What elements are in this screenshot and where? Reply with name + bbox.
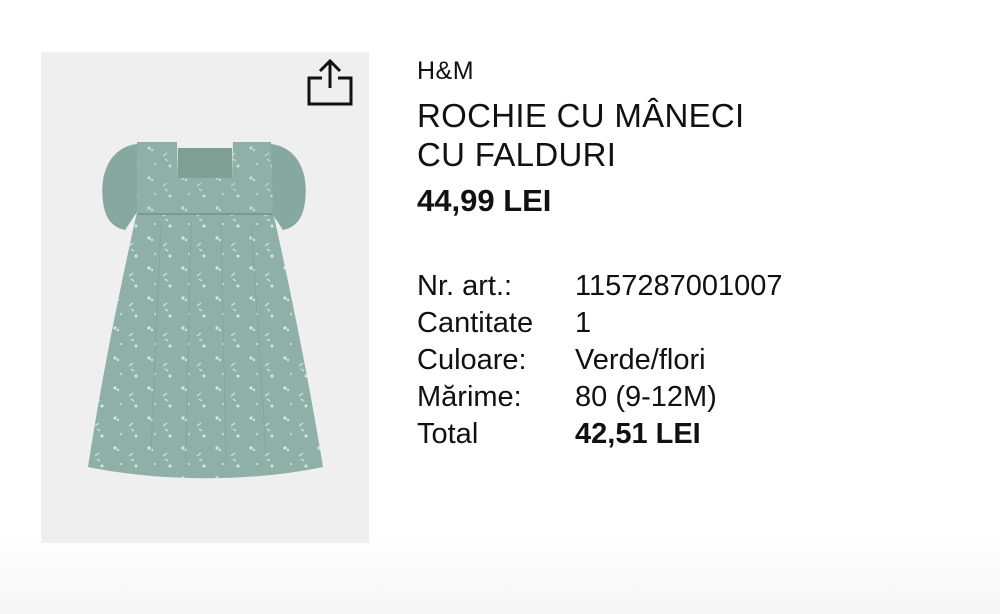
detail-row-quantity: Cantitate 1 <box>417 305 783 342</box>
detail-value: Verde/flori <box>575 344 706 376</box>
detail-label: Cantitate <box>417 307 534 339</box>
detail-row-total: Total 42,51 LEI <box>417 416 783 453</box>
product-image[interactable] <box>41 52 369 543</box>
brand-name[interactable]: H&M <box>417 55 837 87</box>
detail-row-article: Nr. art.: 1157287001007 <box>417 268 783 305</box>
product-title[interactable]: ROCHIE CU MÂNECI CU FALDURI <box>417 96 837 174</box>
detail-value: 1 <box>575 307 592 339</box>
dress-image <box>88 142 323 479</box>
detail-row-size: Mărime: 80 (9-12M) <box>417 379 783 416</box>
product-title-line: ROCHIE CU MÂNECI <box>417 97 745 134</box>
product-info: H&M ROCHIE CU MÂNECI CU FALDURI 44,99 LE… <box>417 55 837 221</box>
detail-label: Total <box>417 418 479 450</box>
product-title-line: CU FALDURI <box>417 136 617 173</box>
detail-label: Culoare: <box>417 344 527 376</box>
total-value: 42,51 LEI <box>575 418 701 450</box>
share-button[interactable] <box>306 58 354 108</box>
bottom-fade <box>0 534 1000 614</box>
detail-value: 80 (9-12M) <box>575 381 717 413</box>
detail-label: Nr. art.: <box>417 270 513 302</box>
order-details: Nr. art.: 1157287001007 Cantitate 1 Culo… <box>417 268 783 453</box>
product-price: 44,99 LEI <box>417 183 552 218</box>
share-icon <box>307 58 353 106</box>
detail-value: 1157287001007 <box>575 270 783 302</box>
detail-label: Mărime: <box>417 381 522 413</box>
detail-row-color: Culoare: Verde/flori <box>417 342 783 379</box>
